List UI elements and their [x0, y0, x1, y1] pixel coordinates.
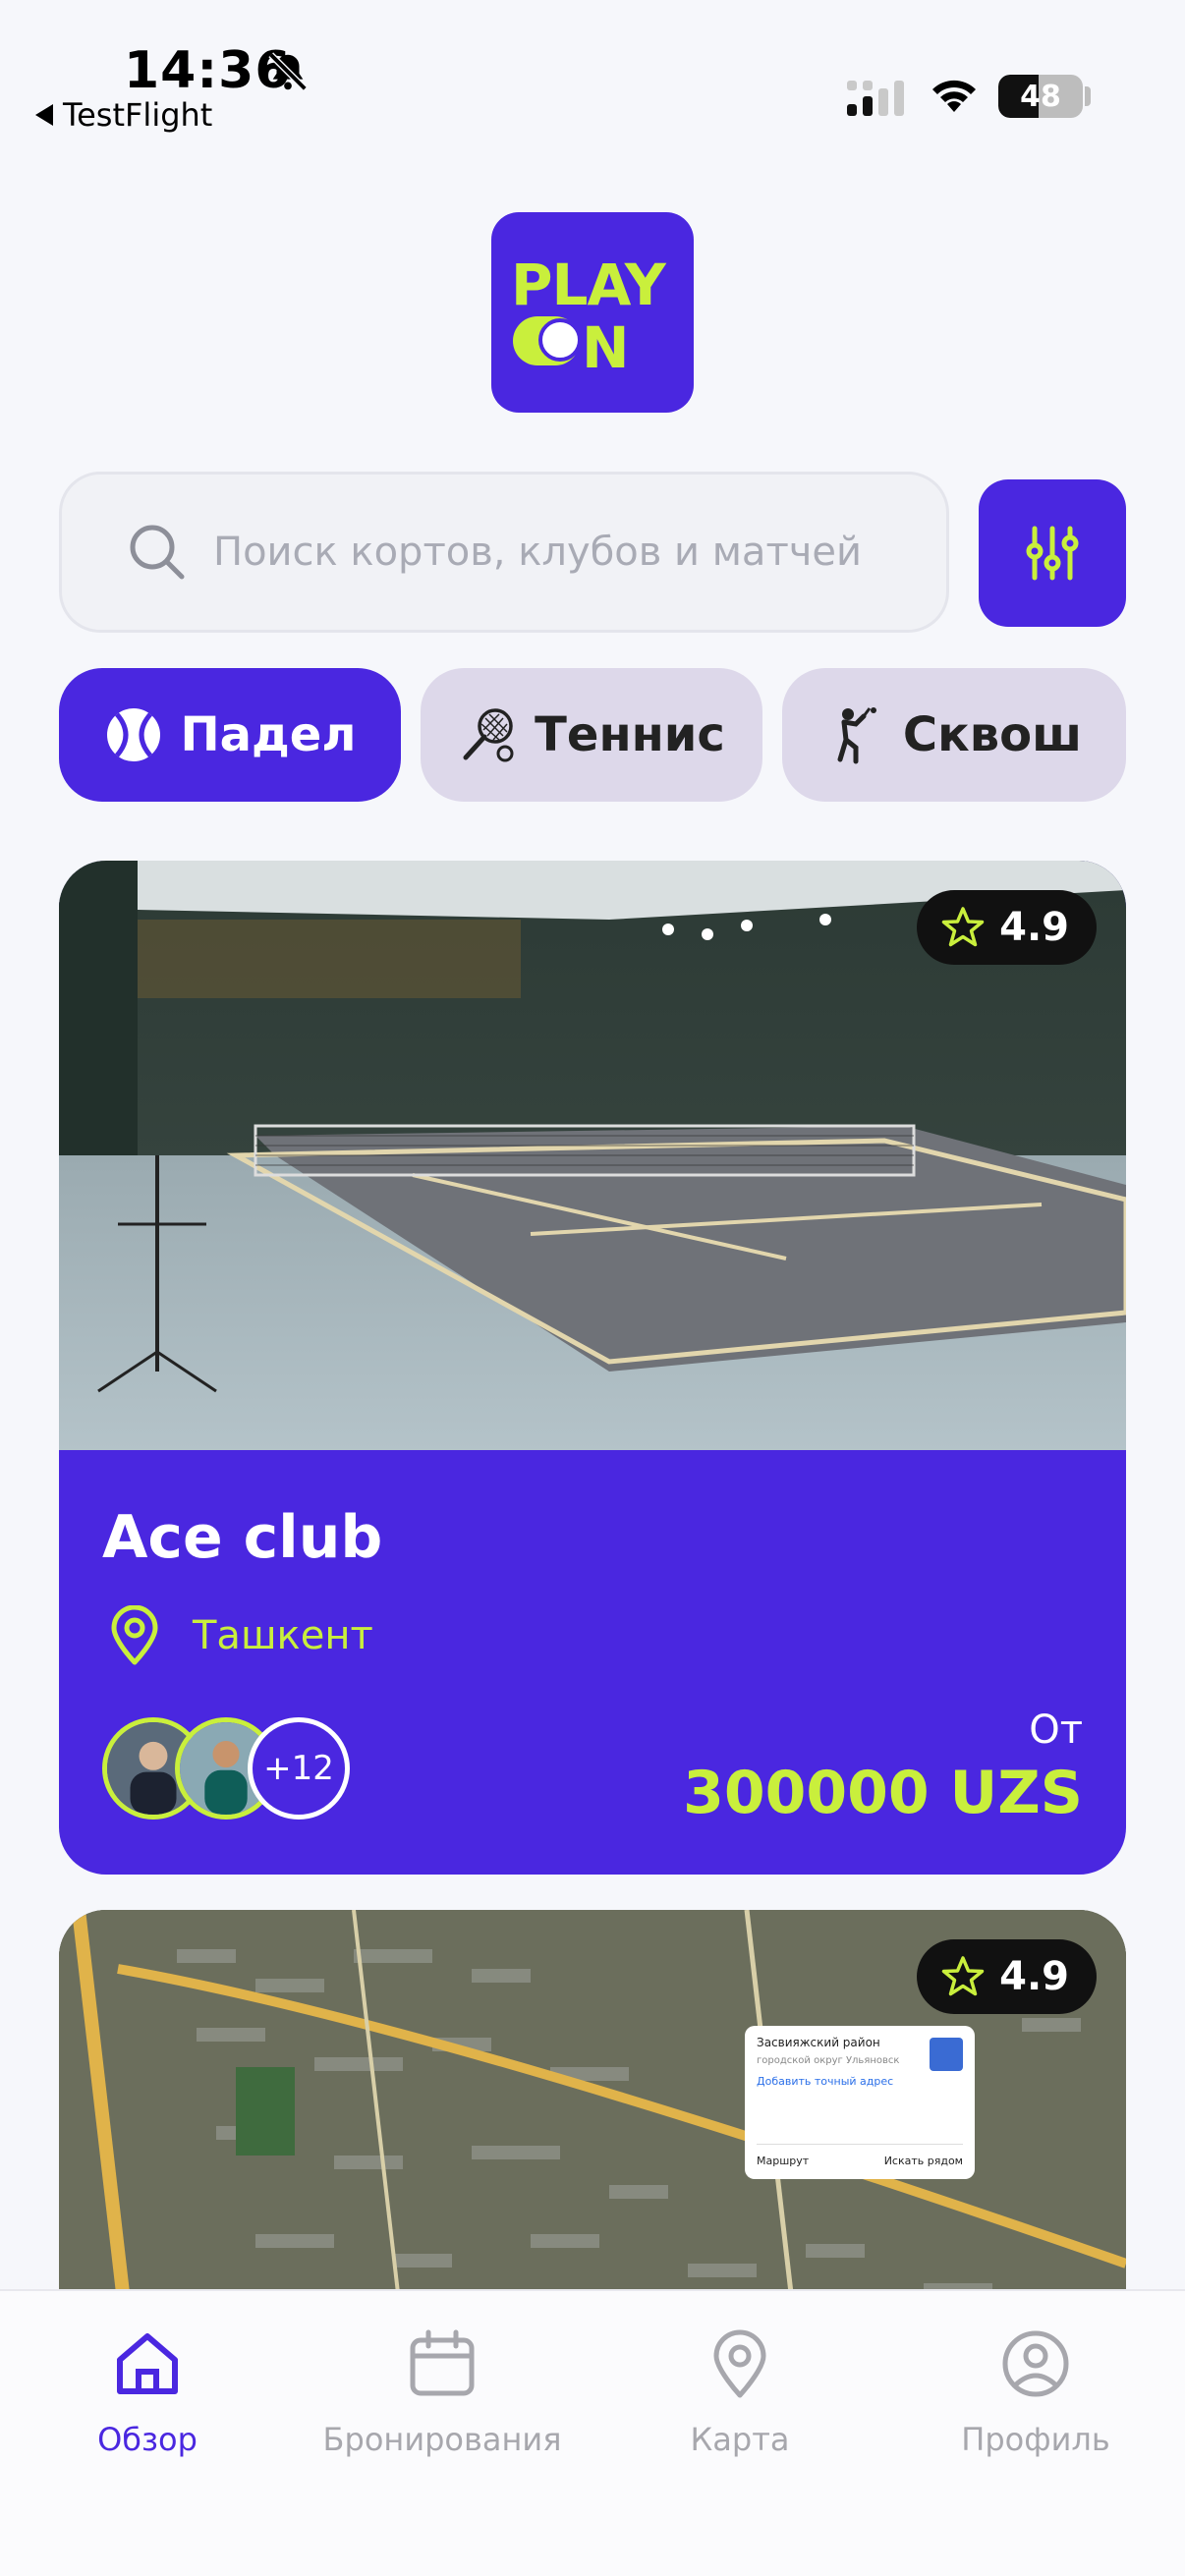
squash-player-icon — [837, 707, 876, 764]
chip-tennis-label: Теннис — [535, 707, 725, 762]
venue-location: Ташкент — [104, 1605, 373, 1666]
map-popup: Засвияжский район городской округ Ульяно… — [745, 2026, 975, 2179]
calendar-icon — [410, 2329, 475, 2396]
profile-icon — [1002, 2330, 1069, 2397]
search-icon — [130, 525, 185, 580]
home-icon — [117, 2333, 178, 2394]
bell-muted-icon — [268, 52, 308, 91]
sliders-icon — [1026, 526, 1079, 581]
chip-tennis[interactable]: Теннис — [421, 668, 762, 802]
tab-overview-label: Обзор — [97, 2421, 198, 2458]
back-to-app[interactable]: TestFlight — [35, 96, 212, 134]
app-logo: PLAY N — [491, 212, 694, 413]
rating-badge: 4.9 — [917, 1939, 1097, 2014]
status-bar: 14:36 TestFlight 48 — [0, 0, 1185, 147]
price-value: 300000 UZS — [683, 1759, 1083, 1827]
price-prefix: От — [1029, 1708, 1083, 1753]
back-app-label: TestFlight — [63, 96, 213, 134]
logo-text-top: PLAY — [511, 252, 666, 318]
venue-card[interactable]: 4.9 Ace club Ташкент +12 От 300000 UZS — [59, 861, 1126, 1875]
filter-button[interactable] — [979, 479, 1126, 627]
tab-map-label: Карта — [690, 2421, 790, 2458]
map-popup-link[interactable]: Добавить точный адрес — [757, 2075, 963, 2088]
more-players-badge: +12 — [248, 1717, 350, 1820]
tab-profile[interactable]: Профиль — [888, 2326, 1183, 2458]
cellular-signal-icon — [847, 81, 904, 116]
location-pin-icon — [111, 1605, 158, 1665]
tab-profile-label: Профиль — [961, 2421, 1110, 2458]
rating-value: 4.9 — [999, 905, 1069, 950]
wifi-icon — [932, 80, 976, 112]
tab-bookings[interactable]: Бронирования — [295, 2326, 590, 2458]
tab-map[interactable]: Карта — [592, 2326, 887, 2458]
venue-city: Ташкент — [193, 1613, 373, 1658]
map-search-nearby-button[interactable]: Искать рядом — [884, 2155, 963, 2167]
chip-padel[interactable]: Падел — [59, 668, 401, 802]
bottom-tab-bar: Обзор Бронирования Карта Профиль — [0, 2289, 1185, 2576]
map-route-button[interactable]: Маршрут — [757, 2155, 809, 2167]
rating-value: 4.9 — [999, 1954, 1069, 1999]
tab-bookings-label: Бронирования — [322, 2421, 562, 2458]
map-pin-icon — [713, 2329, 766, 2398]
city-emblem-icon — [930, 2038, 963, 2071]
battery-percent: 48 — [1020, 79, 1061, 114]
battery-tip — [1085, 86, 1091, 106]
padel-ball-icon — [107, 708, 161, 761]
chip-squash-label: Сквош — [902, 707, 1083, 762]
tab-overview[interactable]: Обзор — [0, 2326, 295, 2458]
chip-padel-label: Падел — [180, 707, 357, 762]
logo-ball-icon — [538, 318, 582, 362]
search-bar[interactable] — [59, 472, 949, 633]
logo-text-bottom: N — [582, 314, 630, 381]
players-avatars[interactable]: +12 — [102, 1717, 358, 1820]
star-icon — [941, 907, 985, 947]
rating-badge: 4.9 — [917, 890, 1097, 965]
back-arrow-icon — [35, 104, 53, 126]
battery-indicator: 48 — [998, 75, 1083, 118]
tennis-racket-icon — [463, 708, 514, 762]
venue-name: Ace club — [102, 1503, 383, 1572]
chip-squash[interactable]: Сквош — [782, 668, 1126, 802]
star-icon — [941, 1956, 985, 1996]
search-input[interactable] — [213, 530, 921, 575]
